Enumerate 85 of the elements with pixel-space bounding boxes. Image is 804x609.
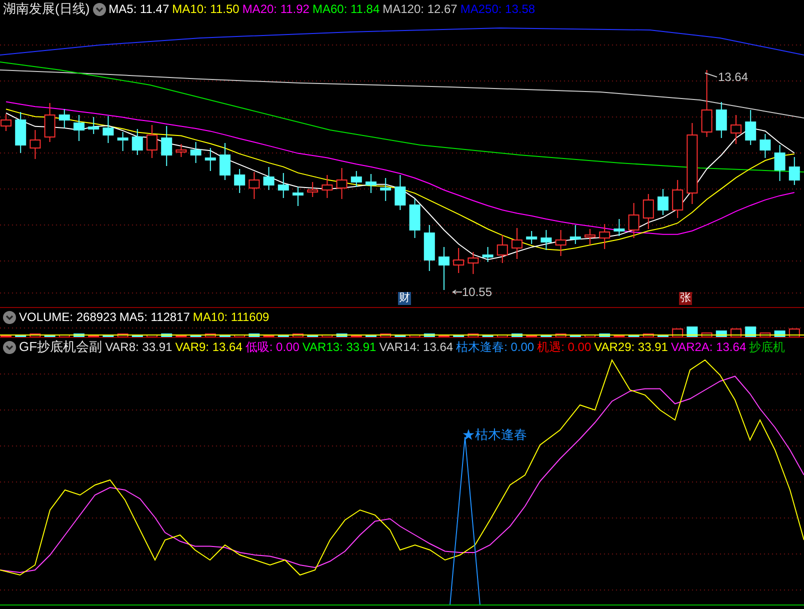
candlestick — [58, 108, 70, 128]
indicator-value: VOLUME: 268923 — [19, 310, 116, 324]
candlestick — [584, 228, 596, 246]
candlestick — [672, 180, 684, 218]
candlestick — [526, 230, 538, 244]
leader-line — [704, 72, 718, 80]
chart-title: 湖南发展(日线) — [3, 2, 90, 16]
candlestick — [628, 202, 640, 238]
indicator-value: 低吸: 0.00 — [245, 340, 300, 354]
candlestick — [30, 130, 41, 160]
candlestick — [15, 112, 26, 154]
event-marker: 财 — [398, 292, 411, 305]
indicator-value: MA20: 11.92 — [242, 2, 310, 16]
candlestick — [788, 156, 800, 186]
candlestick — [176, 144, 187, 158]
candlestick — [468, 252, 479, 274]
candlestick — [102, 116, 114, 144]
candlestick — [716, 102, 727, 138]
indicator-value: VAR9: 13.64 — [175, 340, 242, 354]
candlestick — [570, 224, 581, 244]
candlestick — [599, 224, 610, 250]
indicator-value: MA10: 111609 — [192, 310, 270, 324]
candlestick — [307, 182, 318, 198]
candlestick — [322, 174, 333, 198]
candlestick — [512, 228, 522, 260]
candlestick — [774, 144, 786, 182]
candlestick — [190, 142, 202, 164]
indicator-value: 抄底机 — [749, 340, 786, 354]
candlestick — [453, 248, 464, 274]
candlestick — [146, 124, 158, 158]
indicator-value: VAR2A: 13.64 — [670, 340, 746, 354]
indicator-value: VAR14: 13.64 — [379, 340, 454, 354]
candlestick — [658, 188, 668, 216]
candlestick — [278, 172, 289, 198]
candlestick — [496, 234, 508, 264]
indicator-value: VAR29: 33.91 — [594, 340, 668, 354]
candlestick — [730, 114, 742, 144]
low-price-label: 10.55 — [462, 285, 492, 299]
indicator-value: 枯木逢春: 0.00 — [456, 340, 534, 354]
candlestick — [555, 230, 566, 256]
candlestick — [263, 166, 274, 190]
indicator-value: VAR13: 33.91 — [302, 340, 376, 354]
candlestick — [380, 178, 392, 202]
candlestick — [350, 170, 362, 188]
candlestick — [409, 198, 420, 238]
candlestick — [336, 168, 348, 200]
indicator-value: VAR8: 33.91 — [105, 340, 172, 354]
candlestick — [366, 174, 376, 194]
candlestick — [614, 218, 625, 236]
high-price-label: 13.64 — [718, 70, 748, 84]
candlestick — [540, 230, 552, 250]
candlestick — [394, 174, 406, 210]
indicator-value: MA10: 11.50 — [172, 2, 240, 16]
indicator-value: MA60: 11.84 — [312, 2, 380, 16]
candlestick — [88, 116, 100, 134]
candlestick — [248, 172, 260, 200]
candlestick — [117, 132, 128, 152]
candlestick — [292, 186, 304, 206]
indicator-value: 机遇: 0.00 — [537, 340, 592, 354]
indicator-value: MA5: 11.47 — [108, 2, 170, 16]
candlestick — [760, 134, 771, 158]
candlestick — [438, 246, 450, 290]
candlestick — [234, 168, 246, 194]
indicator-value: MA250: 13.58 — [460, 2, 536, 16]
candlestick — [745, 110, 756, 146]
candlestick — [482, 246, 494, 262]
chart-title: GF抄底机会副 — [19, 340, 102, 354]
chevron-down-icon[interactable] — [92, 2, 106, 16]
chevron-down-icon[interactable] — [3, 310, 16, 324]
candlestick — [74, 114, 84, 142]
candlestick — [204, 148, 216, 172]
leader-line — [452, 289, 462, 295]
signal-label: ★枯木逢春 — [462, 427, 527, 442]
candlestick — [161, 126, 172, 166]
candlestick — [44, 102, 56, 142]
candlestick — [424, 224, 435, 272]
chevron-down-icon[interactable] — [3, 340, 16, 354]
indicator-value: MA5: 112817 — [119, 310, 190, 324]
indicator-value: MA120: 12.67 — [382, 2, 458, 16]
event-marker: 张 — [679, 292, 692, 305]
candlestick — [0, 114, 12, 132]
candlestick — [132, 128, 143, 156]
candlestick — [220, 142, 230, 180]
candlestick — [701, 70, 712, 138]
candlestick — [642, 194, 654, 230]
